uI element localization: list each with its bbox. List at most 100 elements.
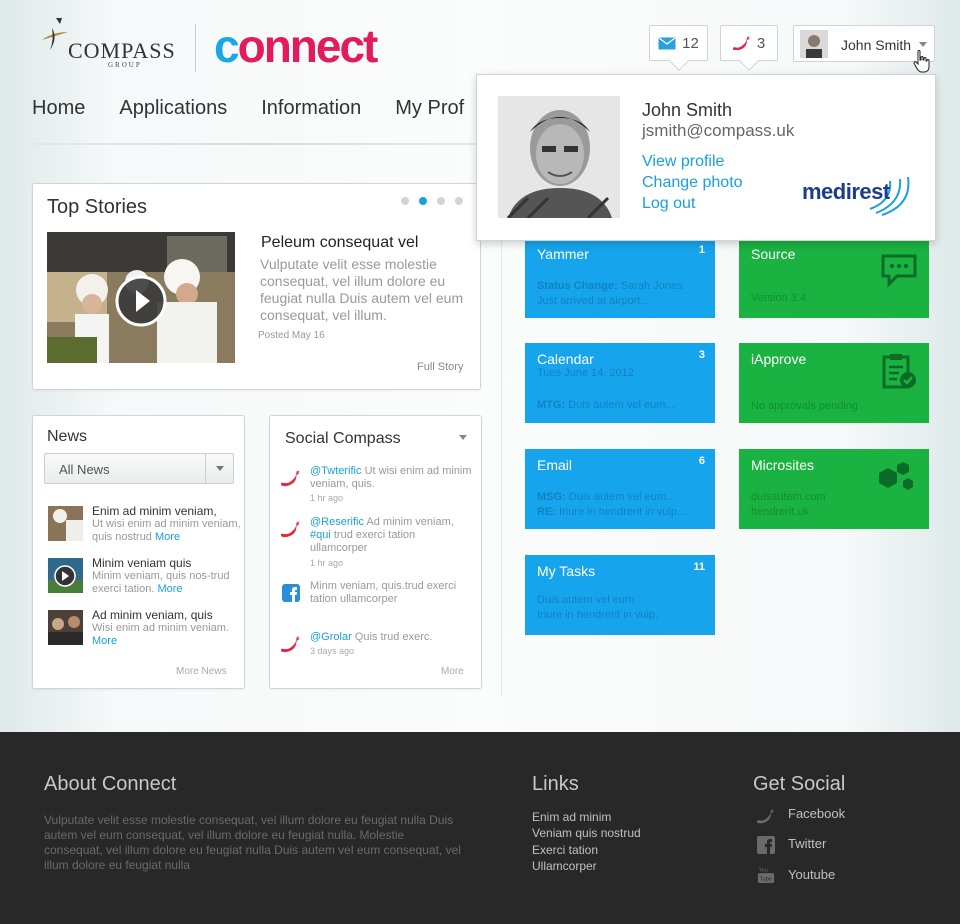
- twitter-notifications-button[interactable]: 3: [720, 25, 778, 71]
- tile-count: 3: [698, 349, 705, 361]
- social-handle: @Grolar: [310, 631, 352, 643]
- envelope-icon: [658, 37, 676, 49]
- social-time: 1 hr ago: [310, 558, 344, 568]
- nav-information[interactable]: Information: [261, 97, 361, 120]
- mail-count: 12: [682, 34, 699, 52]
- user-name: John Smith: [841, 37, 912, 53]
- svg-text:Tube: Tube: [760, 876, 772, 882]
- tile-iapprove[interactable]: iApprove No approvals pending: [739, 343, 929, 423]
- get-social-title: Get Social: [753, 773, 846, 795]
- header-divider: [195, 24, 196, 72]
- footer-social-facebook[interactable]: Facebook: [788, 806, 845, 821]
- nav-divider: [32, 143, 482, 145]
- about-title: About Connect: [44, 773, 177, 795]
- medirest-logo: medirest: [802, 165, 918, 221]
- news-more-link[interactable]: More: [92, 635, 117, 647]
- twitter-bird-icon: [732, 36, 750, 50]
- news-filter-value: All News: [59, 462, 110, 477]
- tile-title: Source: [751, 246, 796, 262]
- news-filter-select[interactable]: All News: [44, 453, 234, 484]
- story-date: Posted May 16: [258, 330, 325, 341]
- top-stories-card: Top Stories Peleum consequat vel Vulputa…: [32, 183, 481, 390]
- news-thumbnail: [48, 610, 83, 645]
- about-text: Vulputate velit esse molestie consequat,…: [44, 813, 461, 872]
- compass-logo[interactable]: COMPASS GROUP: [38, 14, 178, 72]
- carousel-dot-4[interactable]: [455, 197, 463, 205]
- connect-logo[interactable]: connect: [214, 18, 378, 74]
- play-icon[interactable]: [115, 275, 167, 327]
- news-item-title: Ad minim veniam, quis: [92, 608, 213, 622]
- view-profile-link[interactable]: View profile: [642, 153, 724, 171]
- footer-link[interactable]: Enim ad minim: [532, 810, 611, 824]
- chevron-down-icon[interactable]: [205, 454, 233, 483]
- news-item-title: Enim ad minim veniam,: [92, 504, 217, 518]
- youtube-icon[interactable]: You Tube: [757, 865, 775, 883]
- tile-count: 6: [698, 455, 705, 467]
- footer: About Connect Vulputate velit esse moles…: [0, 732, 960, 924]
- news-video-thumbnail: [48, 558, 83, 593]
- social-handle: @Twterific: [310, 465, 362, 477]
- tile-title: Calendar: [537, 351, 594, 367]
- footer-link[interactable]: Exerci tation: [532, 843, 598, 857]
- news-item[interactable]: Enim ad minim veniam, Ut wisi enim ad mi…: [48, 504, 241, 544]
- news-item-body: Wisi enim ad minim veniam.: [92, 622, 229, 634]
- tile-microsites[interactable]: Microsites duisautem.com hendrerit.uk: [739, 449, 929, 529]
- news-item-title: Minim veniam quis: [92, 556, 192, 570]
- profile-photo: [498, 96, 620, 218]
- chevron-down-icon: [919, 42, 927, 47]
- news-more-link[interactable]: More: [155, 531, 180, 543]
- facebook-icon: [282, 584, 300, 602]
- story-video-thumbnail[interactable]: [47, 232, 235, 363]
- story-headline[interactable]: Peleum consequat vel: [261, 234, 418, 252]
- cubes-icon: [879, 462, 913, 490]
- nav-applications[interactable]: Applications: [119, 97, 227, 120]
- carousel-dot-3[interactable]: [437, 197, 445, 205]
- tile-email[interactable]: Email 6 MSG: Duis autem vel eum... RE: I…: [525, 449, 715, 529]
- top-stories-title: Top Stories: [47, 196, 148, 218]
- mail-notifications-button[interactable]: 12: [649, 25, 708, 71]
- news-more-link[interactable]: More: [157, 583, 182, 595]
- social-time: 1 hr ago: [310, 493, 344, 503]
- carousel-dot-2-active[interactable]: [419, 197, 427, 205]
- social-text: Minm veniam, quis.trud exerci tation ull…: [310, 580, 457, 605]
- user-avatar: [800, 30, 828, 58]
- news-item[interactable]: Minim veniam quis Minim veniam, quis nos…: [48, 556, 238, 596]
- chat-bubble-icon: [881, 254, 917, 288]
- log-out-link[interactable]: Log out: [642, 195, 695, 213]
- footer-link[interactable]: Veniam quis nostrud: [532, 826, 641, 840]
- news-thumbnail: [48, 506, 83, 541]
- clipboard-check-icon: [882, 354, 916, 389]
- full-story-link[interactable]: Full Story: [417, 361, 463, 373]
- twitter-count: 3: [756, 34, 766, 52]
- svg-text:You: You: [759, 867, 768, 873]
- nav-home[interactable]: Home: [32, 97, 85, 120]
- social-compass-card: Social Compass @Twterific Ut wisi enim a…: [269, 415, 482, 689]
- chevron-down-icon[interactable]: [459, 435, 467, 440]
- footer-social-youtube[interactable]: Youtube: [788, 867, 835, 882]
- carousel-dot-1[interactable]: [401, 197, 409, 205]
- tile-calendar[interactable]: Calendar 3 Tues June 14, 2012 MTG: Duis …: [525, 343, 715, 423]
- twitter-icon[interactable]: [757, 807, 775, 825]
- facebook-icon[interactable]: [757, 836, 775, 854]
- social-text: Ad minim veniam,: [363, 516, 454, 528]
- social-more-link[interactable]: More: [441, 666, 464, 677]
- social-compass-title: Social Compass: [285, 430, 401, 447]
- change-photo-link[interactable]: Change photo: [642, 174, 743, 192]
- tile-count: 1: [698, 244, 705, 256]
- news-card: News All News Enim ad minim veniam, Ut w…: [32, 415, 245, 689]
- news-item[interactable]: Ad minim veniam, quis Wisi enim ad minim…: [48, 608, 238, 648]
- nav-my-profile[interactable]: My Prof: [395, 97, 464, 120]
- footer-social-twitter[interactable]: Twitter: [788, 836, 826, 851]
- tile-title: My Tasks: [537, 563, 596, 579]
- tile-yammer[interactable]: Yammer 1 Status Change: Sarah Jones Just…: [525, 238, 715, 318]
- tile-source[interactable]: Source Version 3.4: [739, 238, 929, 318]
- tile-count: 11: [693, 561, 705, 573]
- footer-link[interactable]: Ullamcorper: [532, 859, 597, 873]
- twitter-icon: [281, 470, 300, 487]
- more-news-link[interactable]: More News: [176, 666, 227, 677]
- tile-my-tasks[interactable]: My Tasks 11 Duis autem vel eum Iriure in…: [525, 555, 715, 635]
- social-time: 3 days ago: [310, 646, 355, 656]
- hand-cursor-icon: [913, 50, 930, 73]
- group-wordmark: GROUP: [108, 61, 142, 69]
- tile-title: Microsites: [751, 457, 815, 473]
